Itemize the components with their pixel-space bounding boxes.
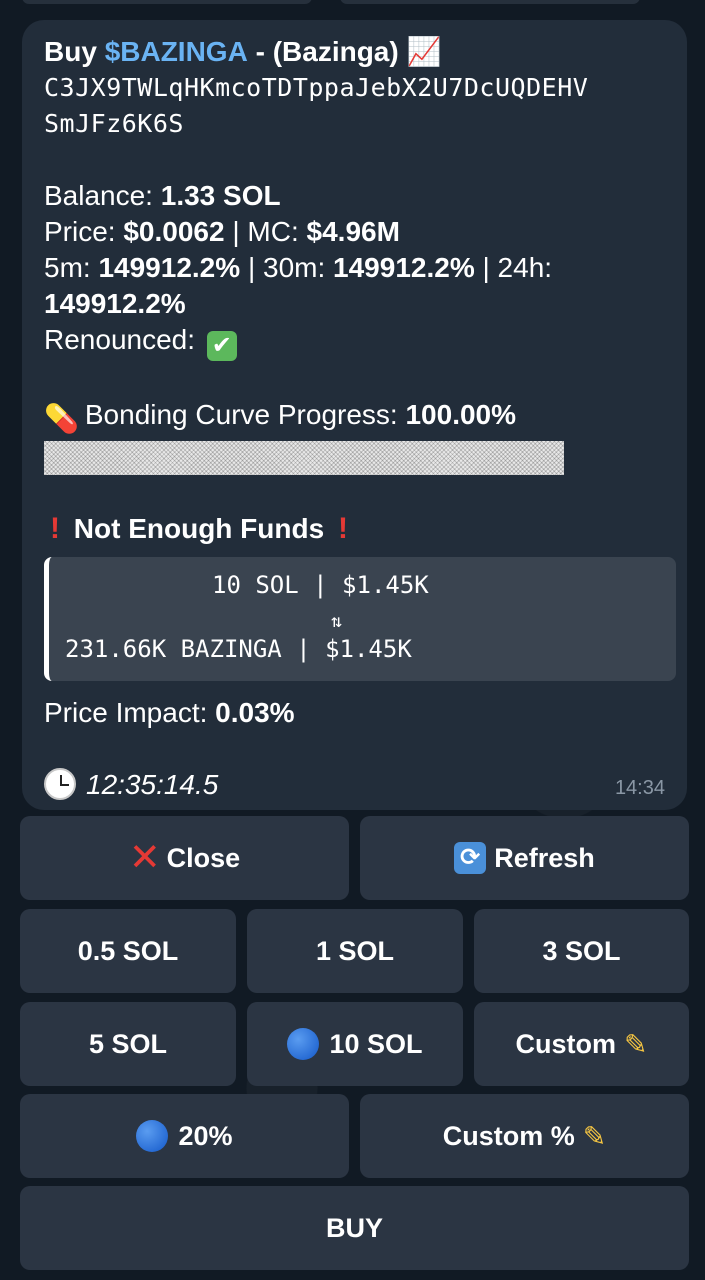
bonding-progress-bar [44, 441, 564, 475]
selected-dot-icon [136, 1120, 169, 1152]
exclamation-icon: ! [337, 512, 348, 545]
selected-dot-icon [287, 1028, 320, 1060]
warning-line: ! Not Enough Funds ! [44, 511, 665, 547]
close-button[interactable]: ✕ Close [20, 816, 349, 900]
token-title: Buy $BAZINGA - (Bazinga) 📈 [44, 36, 442, 67]
token-address[interactable]: C3JX9TWLqHKmcoTDTppaJebX2U7DcUQDEHV SmJF… [44, 70, 665, 142]
buy-10-sol-button[interactable]: 10 SOL [247, 1002, 463, 1086]
pill-icon: 💊 [44, 403, 79, 434]
close-icon: ✕ [128, 837, 161, 879]
buy-5-sol-button[interactable]: 5 SOL [20, 1002, 236, 1086]
ticker-link[interactable]: $BAZINGA [105, 36, 248, 67]
buy-1-sol-button[interactable]: 1 SOL [247, 909, 463, 993]
refresh-icon: ⟳ [454, 842, 487, 874]
bonding-line: 💊 Bonding Curve Progress: 100.00% [44, 397, 665, 437]
pencil-icon: ✎ [582, 1120, 607, 1152]
change-24h-value: 149912.2% [44, 288, 186, 319]
quote-from: 10 SOL | $1.45K [212, 571, 429, 599]
quote-to: 231.66K BAZINGA | $1.45K [65, 635, 412, 663]
exclamation-icon: ! [50, 512, 60, 545]
check-icon: ✔ [206, 331, 237, 361]
bot-message: Buy $BAZINGA - (Bazinga) 📈 C3JX9TWLqHKmc… [22, 20, 687, 810]
buy-20-percent-button[interactable]: 20% [20, 1094, 349, 1178]
custom-amount-button[interactable]: Custom ✎ [474, 1002, 689, 1086]
clock-icon [44, 768, 76, 800]
swap-quote-block: 10 SOL | $1.45K ⇅ 231.66K BAZINGA | $1.4… [44, 557, 676, 681]
buy-3-sol-button[interactable]: 3 SOL [474, 909, 689, 993]
message-timestamp: 14:34 [614, 777, 665, 799]
pencil-icon: ✎ [624, 1028, 648, 1060]
clock-line: 12:35:14.5 [44, 767, 665, 803]
chart-icon: 📈 [406, 36, 442, 67]
buy-button[interactable]: BUY [20, 1186, 689, 1270]
price-line: Price: $0.0062 | MC: $4.96M [44, 216, 400, 247]
buy-0-5-sol-button[interactable]: 0.5 SOL [20, 909, 236, 993]
change-line: 5m: 149912.2% | 30m: 149912.2% | 24h: [44, 252, 553, 283]
swap-arrows-icon: ⇅ [331, 611, 342, 632]
price-impact-line: Price Impact: 0.03% [44, 697, 295, 728]
custom-percent-button[interactable]: Custom % ✎ [360, 1094, 689, 1178]
refresh-button[interactable]: ⟳ Refresh [360, 816, 689, 900]
previous-bubble-edge [340, 0, 640, 4]
balance-line: Balance: 1.33 SOL [44, 180, 281, 211]
previous-bubble-edge [22, 0, 312, 4]
renounced-line: Renounced: ✔ [44, 322, 665, 361]
